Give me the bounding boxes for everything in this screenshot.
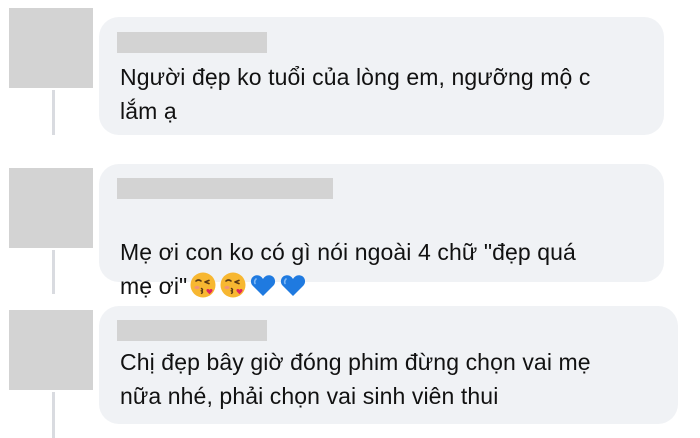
commenter-name-redacted[interactable] bbox=[117, 320, 267, 341]
blue-heart-icon bbox=[281, 275, 306, 296]
emoji-group bbox=[189, 271, 307, 299]
comment-thread: Người đẹp ko tuổi của lòng em, ngưỡng mộ… bbox=[0, 0, 700, 438]
thread-connector bbox=[52, 392, 55, 438]
comment-bubble[interactable]: Mẹ ơi con ko có gì nói ngoài 4 chữ "đẹp … bbox=[99, 164, 664, 299]
comment-text: Người đẹp ko tuổi của lòng em, ngưỡng mộ… bbox=[120, 64, 591, 124]
commenter-name-redacted[interactable] bbox=[117, 178, 333, 199]
avatar[interactable] bbox=[9, 8, 93, 88]
face-blowing-kiss-icon bbox=[220, 272, 246, 298]
face-blowing-kiss-icon bbox=[190, 272, 216, 298]
commenter-name-redacted[interactable] bbox=[117, 32, 267, 53]
avatar[interactable] bbox=[9, 168, 93, 248]
comment-text: Mẹ ơi con ko có gì nói ngoài 4 chữ "đẹp … bbox=[120, 201, 576, 303]
comment-bubble[interactable]: Người đẹp ko tuổi của lòng em, ngưỡng mộ… bbox=[99, 17, 664, 135]
comment-bubble[interactable]: Chị đẹp bây giờ đóng phim đừng chọn vai … bbox=[99, 306, 678, 424]
thread-connector bbox=[52, 90, 55, 135]
avatar[interactable] bbox=[9, 310, 93, 390]
comment-text: Chị đẹp bây giờ đóng phim đừng chọn vai … bbox=[120, 349, 591, 409]
thread-connector bbox=[52, 250, 55, 294]
blue-heart-icon bbox=[251, 275, 276, 296]
